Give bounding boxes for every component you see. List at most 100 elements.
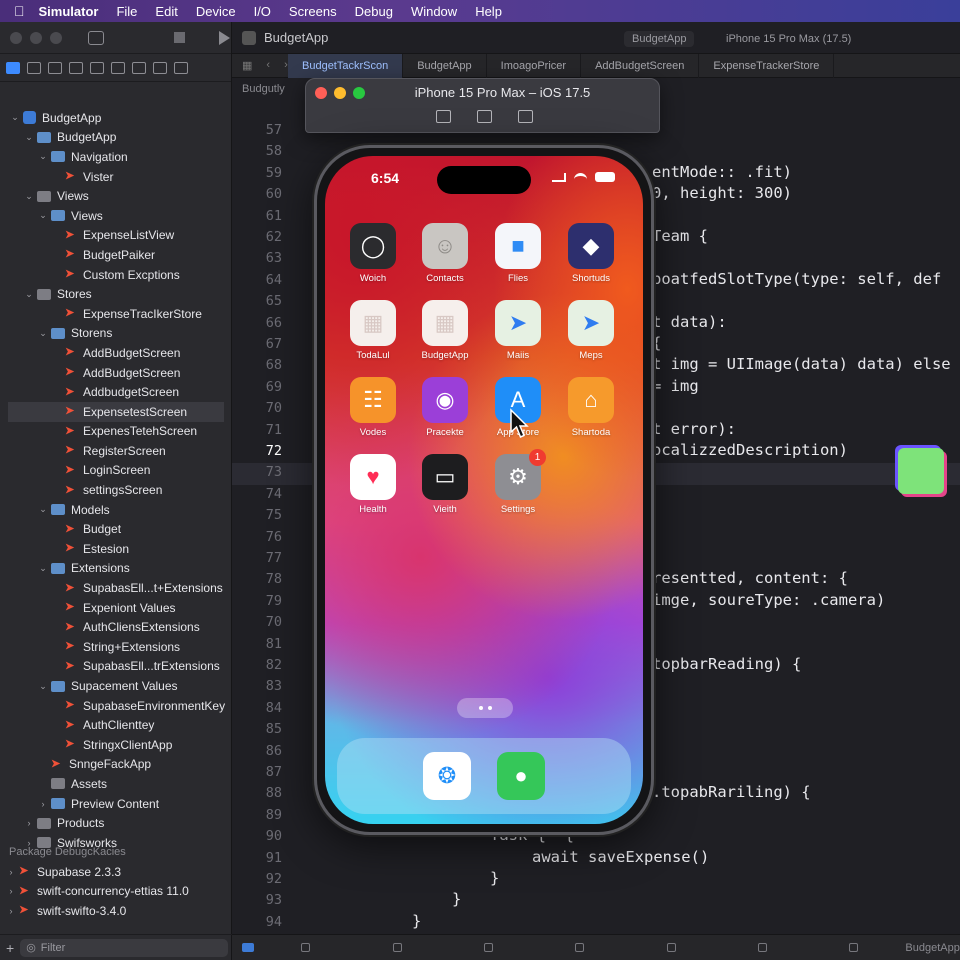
apple-menu-icon[interactable]:  [14,3,25,19]
disclosure-chevron-icon[interactable]: ⌄ [38,681,48,692]
code-line[interactable]: resentted, content: { [652,569,848,587]
app-grid[interactable]: ▦ BudgetApp [419,300,471,361]
menu-debug[interactable]: Debug [355,4,393,19]
file-row[interactable]: ➤ ExpenseTracIkerStore [0,304,232,324]
file-row[interactable]: ➤ SnngeFackApp [0,755,232,775]
app-maps[interactable]: ➤ Maiis [492,300,544,361]
disclosure-chevron-icon[interactable]: ⌄ [38,151,48,162]
code-line[interactable]: topbarReading) { [652,655,801,673]
disclosure-chevron-icon[interactable]: › [6,867,16,877]
report-icon[interactable] [174,61,188,74]
code-line[interactable]: await saveExpense() [532,848,709,866]
menu-file[interactable]: File [116,4,137,19]
disclosure-chevron-icon[interactable]: ⌄ [38,210,48,221]
step-out-icon[interactable] [666,943,676,952]
package-row[interactable]: › ➤ Supabase 2.3.3 [0,862,232,882]
folder-row[interactable]: ⌄ Storens [0,324,232,344]
file-row[interactable]: ➤ Estesion [0,539,232,559]
sidebar-toggle-icon[interactable] [88,30,104,45]
home-screen[interactable]: 6:54 ❂ ● ◯ Woich ☺ Contacts ■ Flies ◆ Shortuds ▦ T… [325,156,643,824]
menu-device[interactable]: Device [196,4,236,19]
file-row[interactable]: ➤ AuthCliensExtensions [0,617,232,637]
debug-area-toggle-icon[interactable] [242,943,254,952]
scheme-selector[interactable]: BudgetApp [624,31,695,47]
app-watch[interactable]: ◯ Woich [347,223,399,284]
folder-row[interactable]: ⌄ Models [0,500,232,520]
back-icon[interactable]: ‹ [266,59,270,72]
file-row[interactable]: ➤ Expeniont Values [0,598,232,618]
file-row[interactable]: ➤ Budget [0,519,232,539]
code-line[interactable]: t img = UIImage(data) data) else [652,355,951,373]
app-settings[interactable]: ⚙ 1 Settings [492,449,546,515]
debug-icon[interactable] [132,61,146,74]
file-row[interactable]: ➤ AddBudgetScreen [0,363,232,383]
screenshot-icon[interactable] [477,110,492,123]
file-row[interactable]: ➤ StringxClientApp [0,735,232,755]
code-line[interactable]: } [452,890,461,908]
folder-row[interactable]: ⌄ Extensions [0,559,232,579]
page-indicator[interactable] [457,698,513,718]
package-row[interactable]: › ➤ swift-concurrency-ettias 11.0 [0,882,232,902]
filter-field[interactable]: ◎ Filter [20,938,228,957]
code-line[interactable]: 0, height: 300) [652,184,792,202]
menu-screens[interactable]: Screens [289,4,337,19]
file-row[interactable]: ➤ SupabasEll...t+Extensions [0,578,232,598]
disclosure-chevron-icon[interactable]: › [6,906,16,916]
code-line[interactable]: } [412,912,421,930]
view-hierarchy-icon[interactable] [757,943,767,952]
file-row[interactable]: ➤ LoginScreen [0,461,232,481]
folder-row[interactable]: ⌄ BudgetApp [0,108,232,128]
tab-add-budget-screen[interactable]: AddBudgetScreen [581,53,700,78]
tab-budget-tracker-screen[interactable]: BudgetTackrScon [288,53,404,78]
code-line[interactable]: boatfedSlotType(type: self, def [652,270,941,288]
disclosure-chevron-icon[interactable]: ⌄ [38,504,48,515]
folder-row[interactable]: ⌄ Views [0,186,232,206]
app-wallet[interactable]: ▭ Vieith [419,454,471,515]
file-row[interactable]: ➤ SupabaseEnvironmentKey [0,696,232,716]
app-files[interactable]: ■ Flies [492,223,544,284]
find-icon[interactable] [69,61,83,74]
rotate-icon[interactable] [518,110,533,123]
step-over-icon[interactable] [483,943,493,952]
app-grid[interactable]: ▦ TodaLul [347,300,399,361]
folder-nav-icon[interactable] [6,61,20,74]
file-row[interactable]: ➤ AddbudgetScreen [0,382,232,402]
destination-selector[interactable]: iPhone 15 Pro Max (17.5) [726,33,851,45]
file-row[interactable]: ➤ RegisterScreen [0,441,232,461]
stop-icon[interactable] [174,32,185,43]
grid-icon[interactable]: ▦ [242,59,252,72]
source-control-icon[interactable] [27,61,41,74]
folder-row[interactable]: ⌄ Supacement Values [0,676,232,696]
disclosure-chevron-icon[interactable]: ⌄ [10,112,20,123]
symbol-nav-icon[interactable] [48,61,62,74]
app-books[interactable]: ☷ Vodes [347,377,399,438]
folder-row[interactable]: › Preview Content [0,794,232,814]
messages-icon[interactable]: ● [497,752,545,800]
code-line[interactable]: t data): [652,313,727,331]
close-window-button[interactable] [10,31,22,44]
app-podcasts[interactable]: ◉ Pracekte [419,377,471,438]
folder-row[interactable]: ⌄ Stores [0,284,232,304]
disclosure-chevron-icon[interactable]: ⌄ [24,191,34,202]
file-row[interactable]: ➤ settingsScreen [0,480,232,500]
file-row[interactable]: ➤ SupabasEll...trExtensions [0,657,232,677]
menu-help[interactable]: Help [475,4,502,19]
app-health[interactable]: ♥ Health [347,454,399,515]
menu-edit[interactable]: Edit [155,4,177,19]
folder-row[interactable]: ⌄ Navigation [0,147,232,167]
breakpoints-toggle-icon[interactable] [301,943,311,952]
folder-row[interactable]: ⌄ BudgetApp [0,128,232,148]
package-row[interactable]: › ➤ swift-swifto-3.4.0 [0,901,232,921]
tab-expense-tracker-store[interactable]: ExpenseTrackerStore [699,53,835,78]
file-row[interactable]: ➤ ExpenesTetehScreen [0,422,232,442]
code-line[interactable]: } [490,869,499,887]
folder-row[interactable]: › Products [0,813,232,833]
tab-image-picker[interactable]: ImoagoPricer [487,53,582,78]
code-line[interactable]: t error): [652,420,736,438]
code-line[interactable]: = img [652,377,699,395]
home-button-icon[interactable] [436,110,451,123]
breadcrumb-file[interactable]: Budgutly [242,83,285,95]
test-icon[interactable] [111,61,125,74]
minimize-window-button[interactable] [30,31,42,44]
location-icon[interactable] [849,943,859,952]
